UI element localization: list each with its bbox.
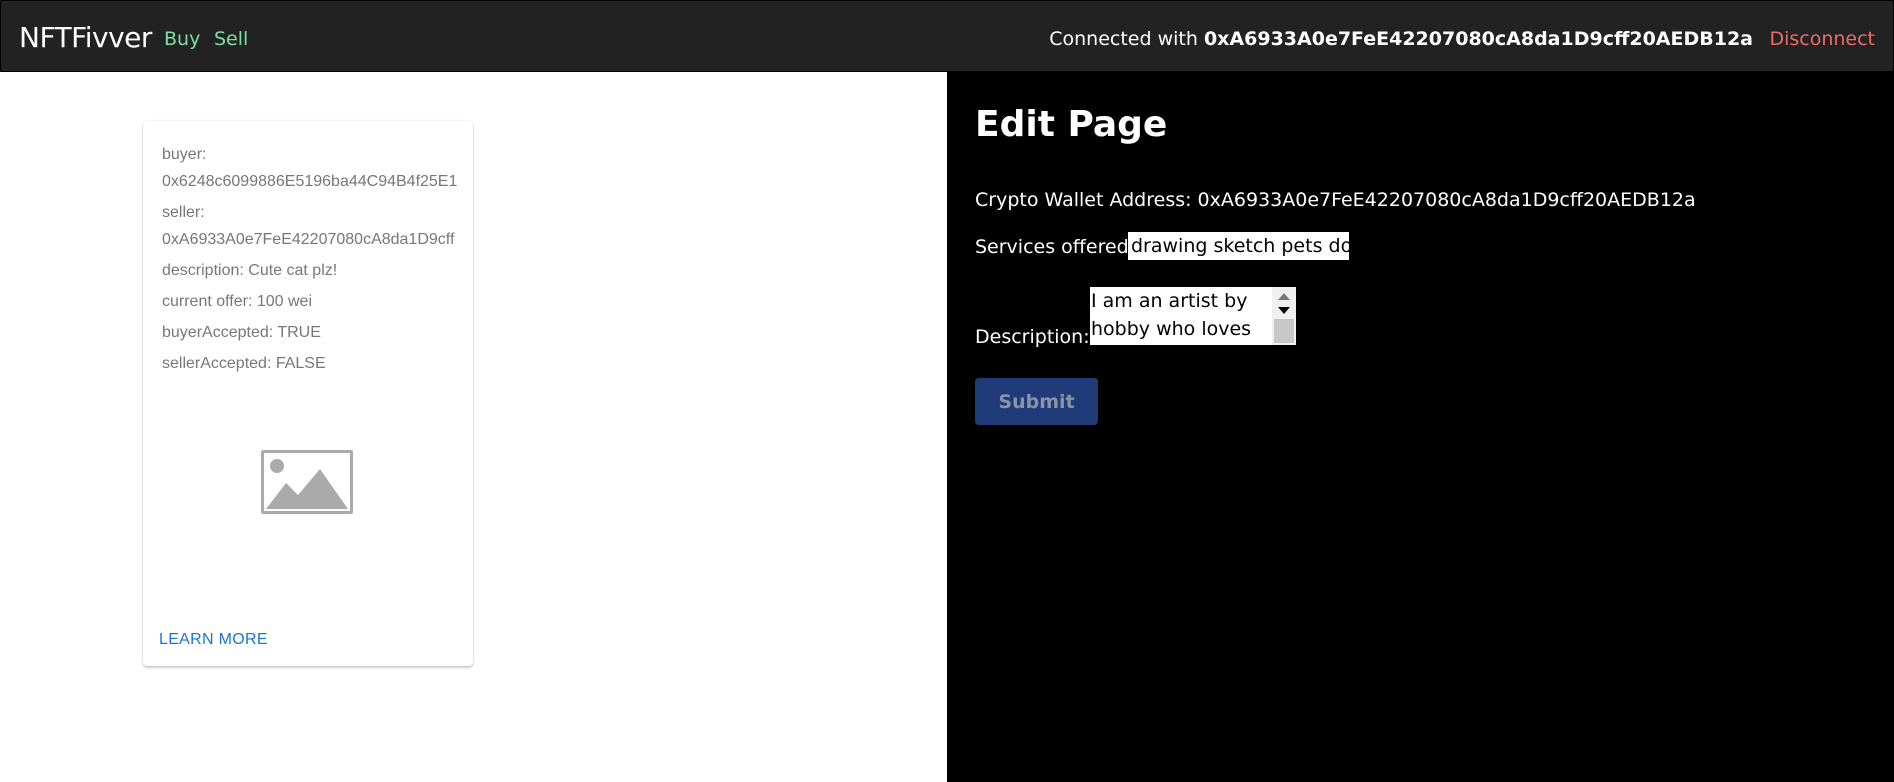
top-navbar: NFTFivver Buy Sell Connected with 0xA693… [0,0,1894,72]
order-card: buyer: 0x6248c6099886E5196ba44C94B4f25E1… [143,121,473,666]
nav-link-sell[interactable]: Sell [214,28,248,50]
services-label: Services offered: [975,236,1136,258]
description-text: I am an artist by hobby who loves [1091,290,1252,340]
submit-button[interactable]: Submit [975,378,1098,425]
brand-logo[interactable]: NFTFivver [19,21,152,54]
seller-value: 0xA6933A0e7FeE42207080cA8da1D9cff [162,231,455,248]
services-input[interactable] [1128,232,1349,260]
connected-address: 0xA6933A0e7FeE42207080cA8da1D9cff20AEDB1… [1203,28,1753,50]
listing-pane: buyer: 0x6248c6099886E5196ba44C94B4f25E1… [0,72,947,782]
page-title: Edit Page [975,104,1168,145]
connection-prefix: Connected with [1049,28,1204,50]
description-label: Description: [975,326,1090,348]
nav-link-buy[interactable]: Buy [164,28,200,50]
scroll-up-icon[interactable] [1278,293,1290,300]
disconnect-button[interactable]: Disconnect [1769,28,1875,50]
buyer-label: buyer: [162,146,207,163]
seller-label: seller: [162,204,205,221]
current-offer-field: current offer: 100 wei [162,293,313,310]
textarea-scrollbar[interactable] [1272,287,1296,345]
buyer-field: buyer: 0x6248c6099886E5196ba44C94B4f25E1 [162,141,473,195]
wallet-address-text: Crypto Wallet Address: 0xA6933A0e7FeE422… [975,189,1696,211]
seller-field: seller: 0xA6933A0e7FeE42207080cA8da1D9cf… [162,199,473,253]
buyer-value: 0x6248c6099886E5196ba44C94B4f25E1 [162,173,458,190]
card-details: buyer: 0x6248c6099886E5196ba44C94B4f25E1… [162,141,473,381]
learn-more-button[interactable]: LEARN MORE [159,631,268,649]
image-mountains-shape [266,469,348,509]
scroll-down-icon[interactable] [1278,307,1290,314]
image-placeholder-icon [261,450,353,514]
buyer-accepted-field: buyerAccepted: TRUE [162,324,321,341]
seller-accepted-field: sellerAccepted: FALSE [162,355,326,372]
connection-status: Connected with 0xA6933A0e7FeE42207080cA8… [1049,28,1753,50]
description-field: description: Cute cat plz! [162,262,338,279]
resize-handle[interactable] [1274,319,1294,343]
description-textarea[interactable]: I am an artist by hobby who loves [1090,287,1296,345]
edit-pane: Edit Page Crypto Wallet Address: 0xA6933… [947,72,1894,782]
